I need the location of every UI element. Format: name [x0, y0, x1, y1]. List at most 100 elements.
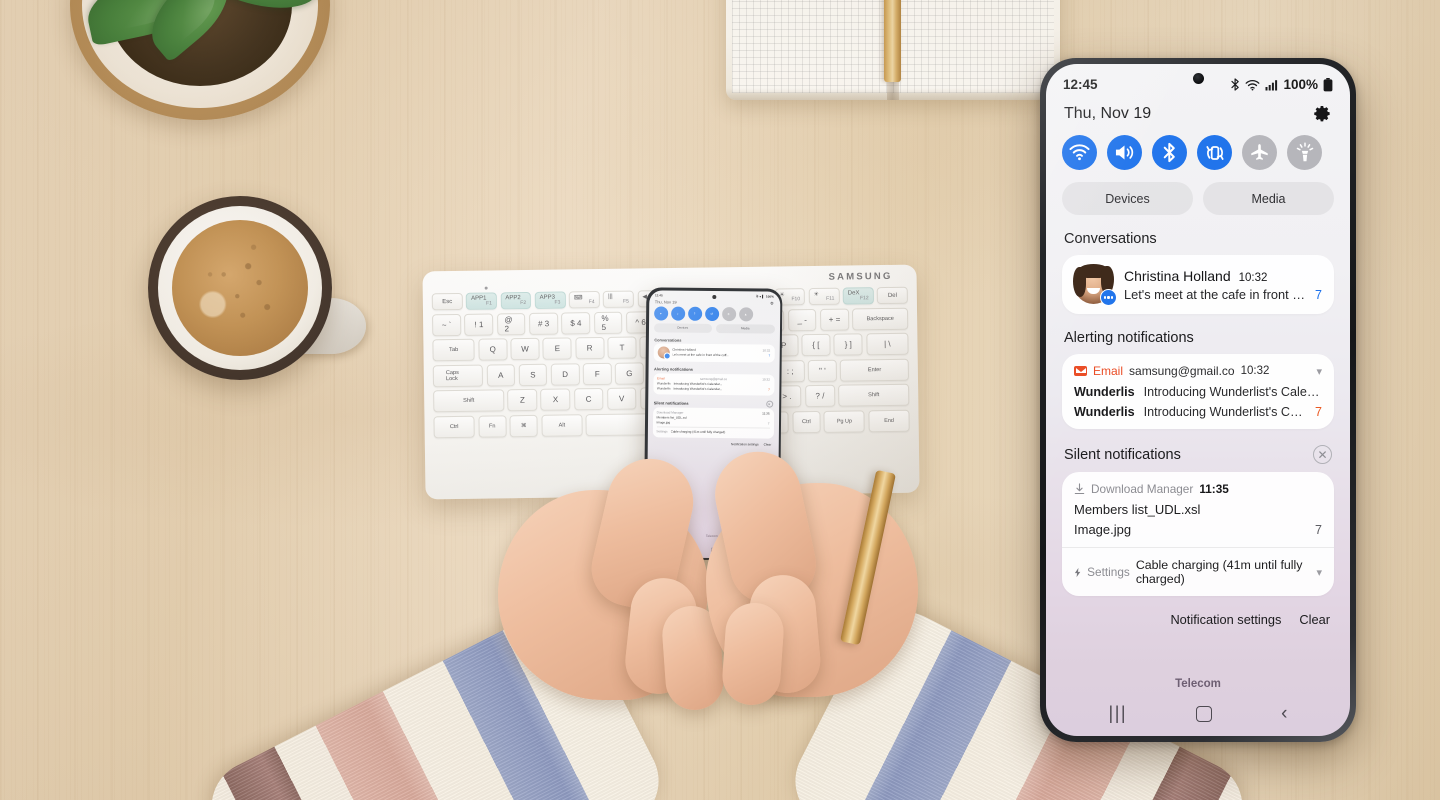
key-app1[interactable]: APP1 F1 — [465, 292, 497, 310]
held-devices-pill[interactable]: Devices — [653, 322, 713, 333]
key-r[interactable]: R — [575, 336, 605, 360]
key-f4[interactable]: ⌨ F4 — [568, 290, 600, 309]
key-g[interactable]: G — [614, 361, 644, 385]
key-slash[interactable]: ? / — [805, 384, 835, 408]
recents-button[interactable]: ||| — [1109, 703, 1128, 724]
key-equals[interactable]: + = — [819, 308, 850, 331]
navigation-bar[interactable]: ||| ‹ — [1046, 703, 1350, 724]
phone-device[interactable]: 12:45 100% Thu, Nov 19 Devices Media Con… — [1040, 58, 1356, 742]
held-media-pill[interactable]: Media — [715, 323, 775, 334]
home-button[interactable] — [1196, 705, 1213, 722]
flashlight-toggle[interactable] — [1287, 135, 1322, 170]
key-app2[interactable]: APP2 F2 — [500, 291, 532, 310]
download-file-row[interactable]: Members list_UDL.xsl — [1074, 502, 1322, 517]
key-t[interactable]: T — [607, 336, 637, 359]
key-f5[interactable]: ||| F5 — [602, 290, 634, 308]
key-backslash[interactable]: | \ — [866, 332, 909, 356]
chevron-down-icon[interactable]: ▾ — [1316, 365, 1322, 378]
held-wunderlist-app: Wunderlis — [656, 380, 671, 386]
phone-screen[interactable]: 12:45 100% Thu, Nov 19 Devices Media Con… — [1046, 64, 1350, 736]
held-bluetooth-toggle[interactable]: ⇡ — [687, 306, 702, 321]
key-bracket-right[interactable]: } ] — [833, 333, 863, 356]
held-contact-message: Let's meet at the cafe in front of the c… — [672, 352, 730, 358]
download-manager-notification[interactable]: Download Manager 11:35 Members list_UDL.… — [1062, 472, 1334, 547]
silent-notification-card[interactable]: Download Manager 11:35 Members list_UDL.… — [1062, 472, 1334, 596]
alerting-row[interactable]: Wunderlis Introducing Wunderlist's Calen… — [1074, 385, 1322, 399]
key-z[interactable]: Z — [507, 388, 538, 412]
alerting-notification-card[interactable]: Email samsung@gmail.co 10:32 ▾ Wunderlis… — [1062, 354, 1334, 429]
key-enter[interactable]: Enter — [840, 358, 910, 382]
key-shift-left[interactable]: Shift — [433, 389, 505, 413]
held-conversation-card[interactable]: Christina Holland 10:32 Let's meet at the… — [653, 343, 775, 363]
key-q[interactable]: Q — [478, 338, 508, 361]
front-camera-punchhole — [1192, 73, 1204, 84]
key-ctrl-left[interactable]: Ctrl — [433, 415, 475, 438]
wifi-toggle[interactable] — [1062, 135, 1097, 170]
key-backtick[interactable]: ~ ` — [432, 313, 462, 336]
held-email-account: samsung@gmail.co — [699, 376, 728, 381]
held-close-icon[interactable]: × — [765, 400, 773, 408]
key-4[interactable]: $ 4 — [561, 311, 591, 335]
chevron-down-icon[interactable]: ▾ — [1316, 566, 1322, 579]
key-bracket-left[interactable]: { [ — [801, 333, 831, 357]
alerting-row[interactable]: Wunderlis Introducing Wunderlist's Calen… — [1074, 405, 1322, 419]
coffee-crema — [172, 220, 308, 356]
key-caps-lock[interactable]: Caps Lock — [432, 364, 484, 387]
key-f11[interactable]: ☀ F11 — [808, 287, 840, 306]
key-d[interactable]: D — [550, 362, 580, 386]
held-auto-rotate-toggle[interactable]: ↺ — [704, 306, 719, 321]
held-airplane-mode-toggle[interactable]: ✈ — [721, 306, 736, 321]
media-pill[interactable]: Media — [1203, 182, 1334, 215]
held-wifi-toggle[interactable]: ◕ — [653, 305, 668, 321]
key-backspace[interactable]: Backspace — [852, 307, 909, 330]
wunderlist-text: Introducing Wunderlist's Calendar... — [1143, 385, 1322, 399]
sound-toggle[interactable] — [1107, 135, 1142, 170]
quick-access-pills[interactable]: Devices Media — [1046, 182, 1350, 229]
held-alerting-card[interactable]: Email samsung@gmail.co 10:32 Wunderlis Intr… — [652, 372, 775, 396]
key-f[interactable]: F — [582, 362, 612, 385]
panel-action-row[interactable]: Notification settings Clear — [1046, 610, 1350, 627]
auto-rotate-toggle[interactable] — [1197, 135, 1232, 170]
conversation-notification-card[interactable]: Christina Holland 10:32 Let's meet at th… — [1062, 255, 1334, 314]
held-sound-toggle[interactable]: ♪ — [670, 306, 685, 321]
key-esc[interactable]: Esc — [431, 292, 463, 311]
devices-pill[interactable]: Devices — [1062, 182, 1193, 215]
key-app3[interactable]: APP3 F3 — [534, 291, 566, 309]
airplane-mode-toggle[interactable] — [1242, 135, 1277, 170]
bluetooth-toggle[interactable] — [1152, 135, 1187, 170]
gear-icon[interactable] — [1313, 104, 1332, 123]
download-time: 11:35 — [1199, 482, 1229, 496]
key-minus[interactable]: _ - — [787, 308, 817, 331]
email-account: samsung@gmail.co — [1129, 364, 1235, 378]
settings-charging-notification[interactable]: Settings Cable charging (41m until fully… — [1062, 548, 1334, 596]
key-v[interactable]: V — [606, 387, 637, 410]
key-x[interactable]: X — [540, 388, 571, 411]
key-c[interactable]: C — [573, 387, 604, 411]
key-quote[interactable]: " ' — [807, 359, 837, 382]
right-hand — [640, 425, 940, 730]
download-file-row[interactable]: Image.jpg 7 — [1074, 522, 1322, 537]
key-e[interactable]: E — [542, 337, 572, 360]
key-3[interactable]: # 3 — [528, 312, 559, 335]
key-w[interactable]: W — [510, 337, 540, 361]
key-del[interactable]: Del — [876, 286, 908, 305]
held-flashlight-toggle[interactable]: ▲ — [738, 306, 753, 321]
battery-percent: 100% — [1283, 77, 1318, 92]
key-s[interactable]: S — [518, 363, 548, 386]
key-5[interactable]: % 5 — [593, 311, 623, 334]
notification-settings-button[interactable]: Notification settings — [1170, 612, 1281, 627]
held-phone-gear-icon[interactable]: ⚙ — [770, 300, 774, 305]
key-1[interactable]: ! 1 — [464, 312, 494, 336]
key-shift-right[interactable]: Shift — [838, 383, 910, 407]
notebook-pencil — [884, 0, 901, 82]
download-file-name: Members list_UDL.xsl — [1074, 502, 1201, 517]
key-tab[interactable]: Tab — [432, 338, 475, 362]
key-a[interactable]: A — [486, 363, 516, 387]
back-button[interactable]: ‹ — [1281, 704, 1287, 723]
key-dex[interactable]: DeX F12 — [842, 287, 874, 305]
quick-toggles-row[interactable] — [1046, 129, 1350, 182]
key-2[interactable]: @ 2 — [496, 312, 526, 335]
held-phone-toggles[interactable]: ◕ ♪ ⇡ ↺ ✈ ▲ — [649, 305, 780, 324]
clear-button[interactable]: Clear — [1299, 612, 1330, 627]
close-icon[interactable]: ✕ — [1313, 445, 1332, 464]
